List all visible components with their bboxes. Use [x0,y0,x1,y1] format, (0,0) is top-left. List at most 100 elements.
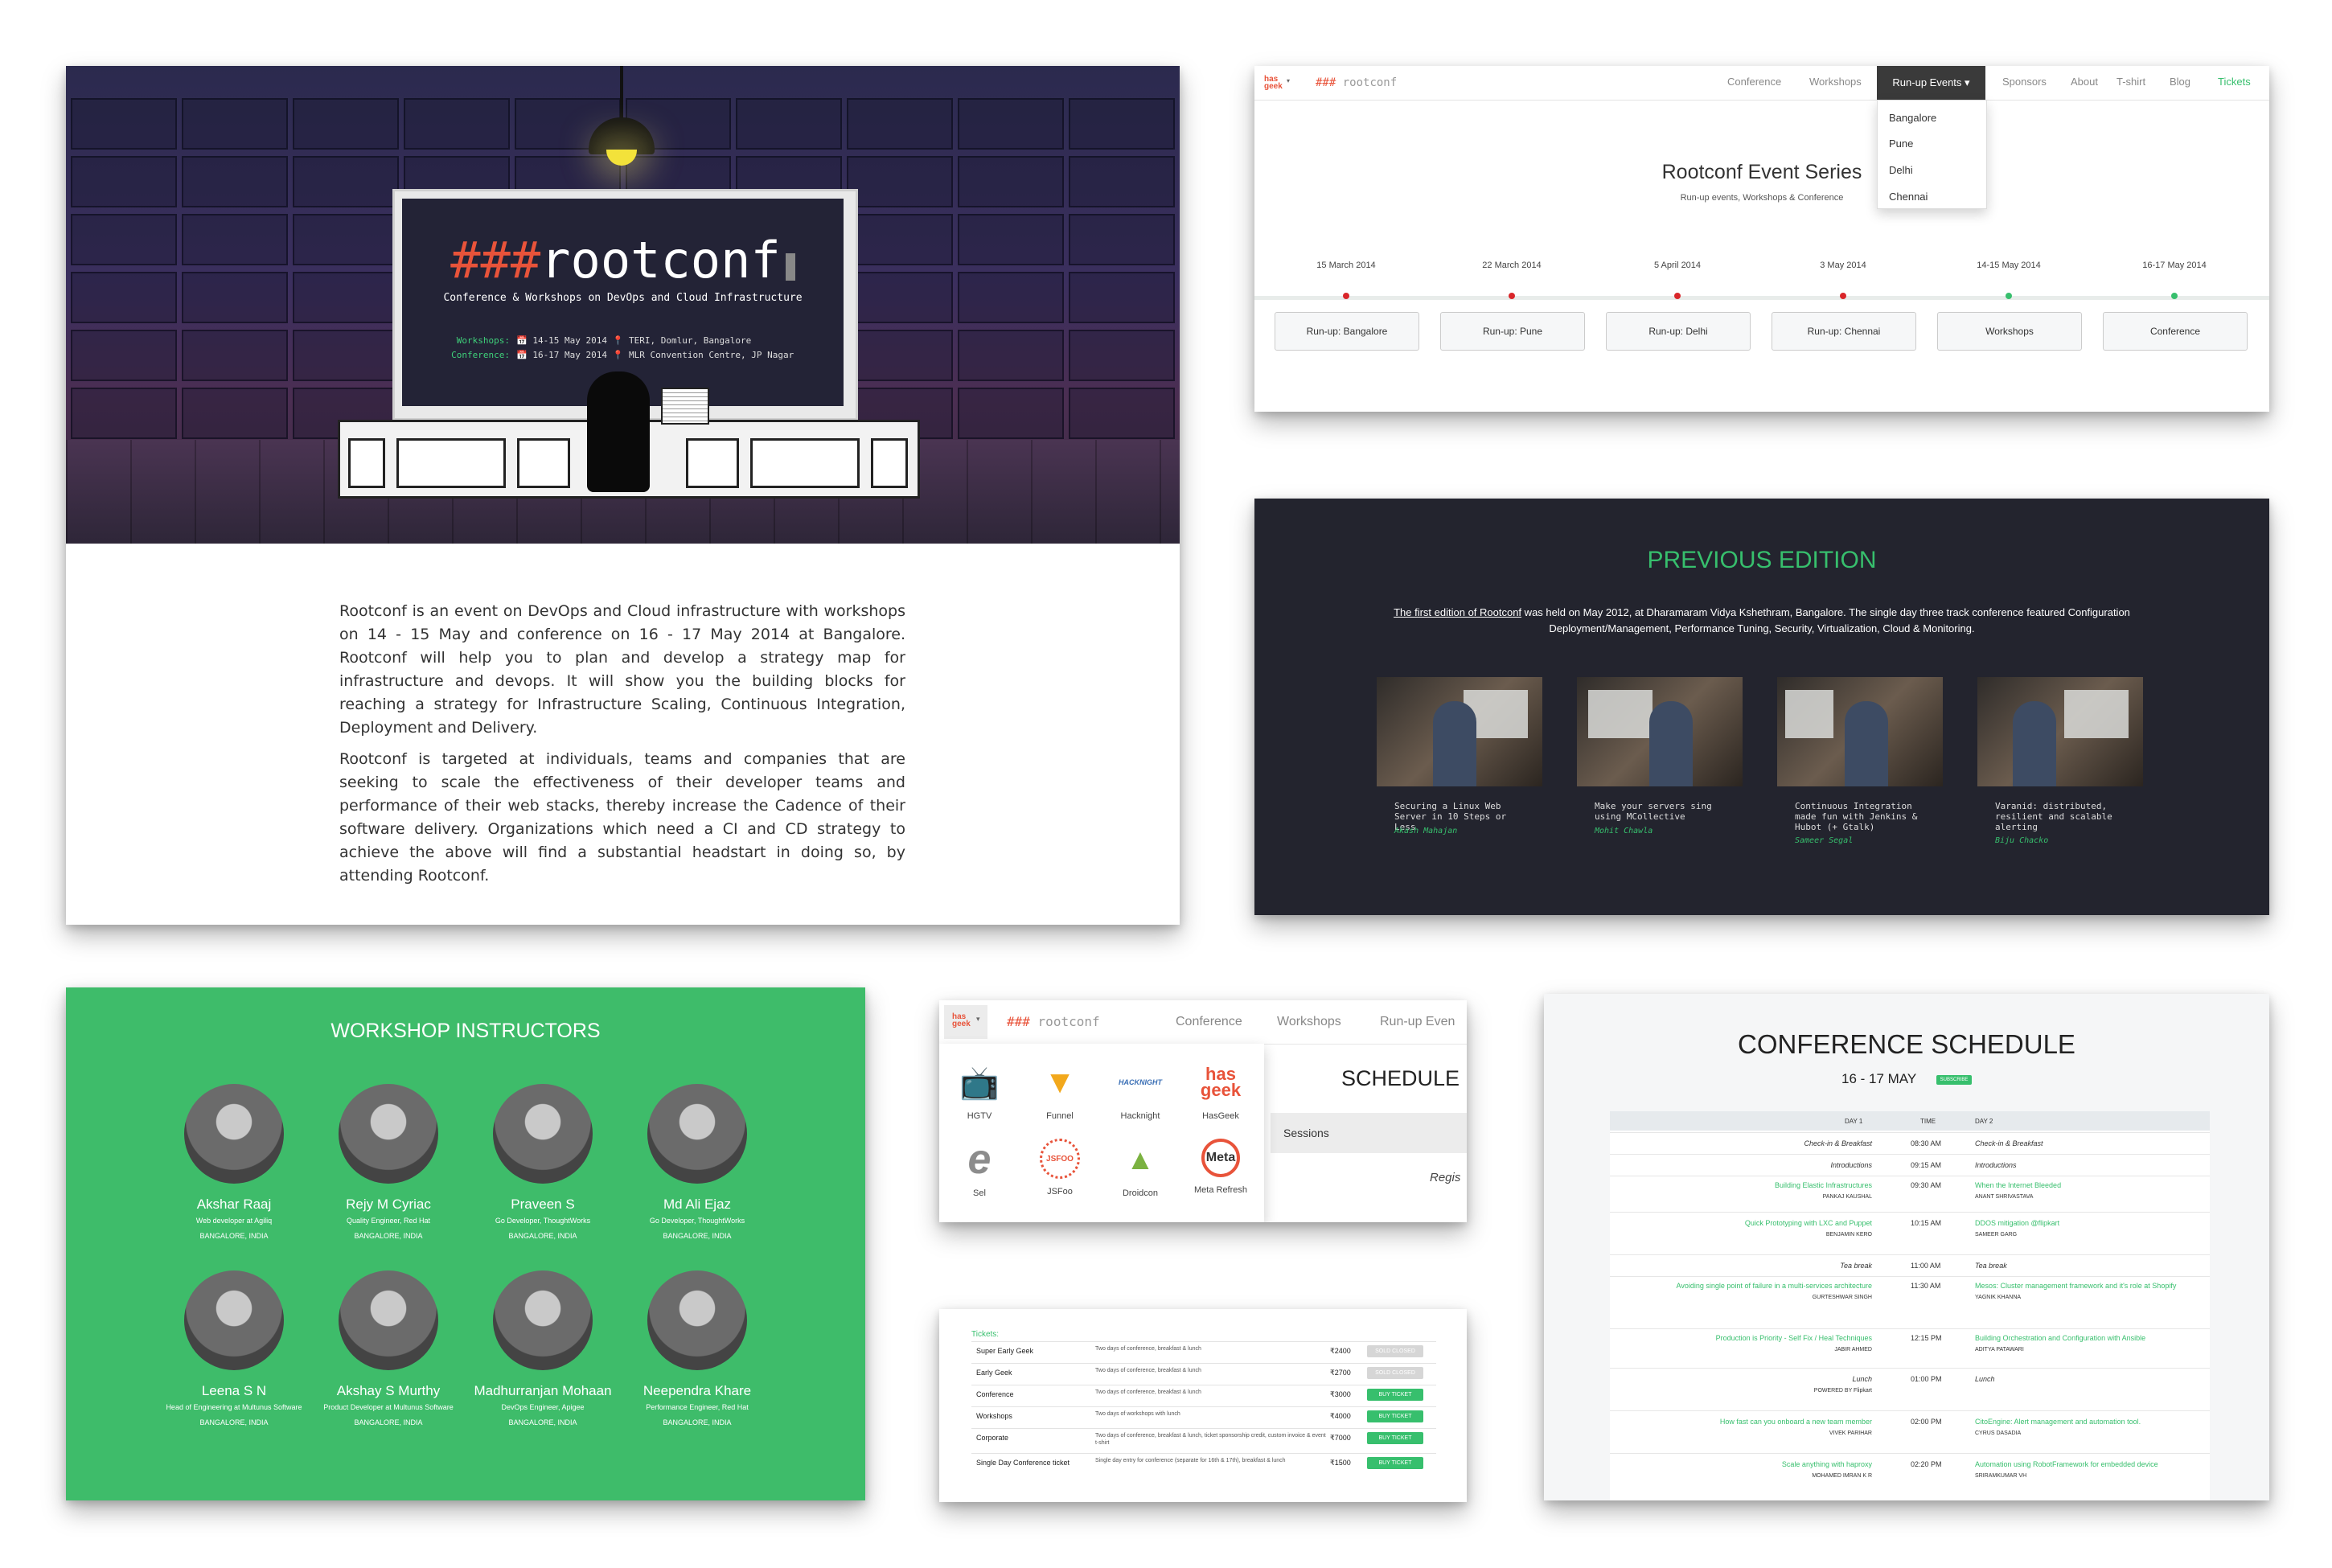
talk-link[interactable]: Automation using RobotFramework for embe… [1975,1460,2158,1468]
nav-runup-events[interactable]: Run-up Events ▾ [1877,66,1985,100]
video-thumbnail[interactable] [1977,677,2143,786]
instructor-card[interactable]: Rejy M Cyriac Quality Engineer, Red Hat BA… [312,1084,465,1240]
talk-link[interactable]: Quick Prototyping with LXC and Puppet [1745,1219,1872,1227]
instructors-title: WORKSHOP INSTRUCTORS [331,1020,601,1042]
top-navbar: has geek ▾ ### rootconf Conference Worksh… [939,1000,1467,1045]
timeline-dot [2006,293,2012,299]
timeline-date: 14-15 May 2014 [1977,261,2041,270]
talk-link[interactable]: DDOS mitigation @flipkart [1975,1219,2059,1227]
jsfoo-icon: JSFOO [1040,1139,1080,1179]
subscribe-badge[interactable]: SUBSCRIBE [1936,1075,1972,1085]
nav-runup-events[interactable]: Run-up Even [1380,1015,1455,1029]
app-metarefresh[interactable]: Meta Meta Refresh [1182,1139,1259,1195]
previous-edition-title: PREVIOUS EDITION [1647,547,1877,573]
timeline-date: 5 April 2014 [1653,261,1702,270]
timeline-date: 3 May 2014 [1820,261,1866,270]
register-link[interactable]: Regis [1430,1171,1460,1184]
talk-link[interactable]: Mesos: Cluster management framework and … [1975,1282,2176,1290]
video-caption: Make your servers sing using MCollective [1595,801,1712,822]
flipkart-sponsor: POWERED BY Flipkart [1813,1388,1872,1394]
schedule-header-row: DAY 1 TIME DAY 2 [1610,1111,2210,1131]
instructor-card[interactable]: Akshar Raaj Web developer at Agiliq BANGAL… [158,1084,310,1240]
avatar [339,1084,438,1184]
lamp-cord [620,66,623,119]
timeline-event-button[interactable]: Run-up: Pune [1440,312,1585,351]
sessions-tab[interactable]: Sessions [1271,1113,1467,1153]
avatar [339,1270,438,1370]
schedule-row: Avoiding single point of failure in a mu… [1610,1276,2210,1328]
timeline-date: 16-17 May 2014 [2142,261,2207,270]
talk-link[interactable]: CitoEngine: Alert management and automat… [1975,1418,2141,1426]
talk-link[interactable]: When the Internet Bleeded [1975,1181,2061,1189]
app-funnel[interactable]: ▼ Funnel [1021,1061,1098,1122]
app-sel[interactable]: e Sel [941,1136,1018,1198]
previous-edition-card: PREVIOUS EDITION The first edition of Ro… [1254,499,2269,915]
nav-about[interactable]: About [2071,76,2098,88]
talk-link[interactable]: Avoiding single point of failure in a mu… [1677,1282,1872,1290]
paper-stack [661,388,709,425]
instructor-card[interactable]: Madhurranjan Mohaan DevOps Engineer, Apig… [466,1270,619,1426]
avatar [493,1270,593,1370]
schedule-heading: SCHEDULE [1341,1066,1460,1090]
app-droidcon[interactable]: ▲ Droidcon [1102,1139,1179,1198]
app-hacknight[interactable]: HACKNIGHT Hacknight [1102,1061,1179,1121]
timeline-event-button[interactable]: Workshops [1937,312,2082,351]
nav-conference[interactable]: Conference [1176,1015,1242,1029]
instructor-card[interactable]: Neependra Khare Performance Engineer, Red… [621,1270,774,1426]
timeline-event-button[interactable]: Run-up: Delhi [1606,312,1751,351]
first-edition-link[interactable]: The first edition of Rootconf [1394,606,1521,618]
nav-workshops[interactable]: Workshops [1809,76,1862,88]
sel-icon: e [967,1136,992,1183]
rootconf-nav-logo[interactable]: ### rootconf [1316,76,1397,89]
ticket-row: Early Geek Two days of conference, breakf… [971,1363,1436,1385]
timeline-event-button[interactable]: Run-up: Bangalore [1275,312,1419,351]
app-hasgeek[interactable]: has geek HasGeek [1182,1061,1259,1122]
instructor-card[interactable]: Md Ali Ejaz Go Developer, ThoughtWorks BAN… [621,1084,774,1240]
timeline-event-button[interactable]: Run-up: Chennai [1772,312,1916,351]
talk-link[interactable]: Scale anything with haproxy [1782,1460,1872,1468]
video-thumbnail[interactable] [1577,677,1743,786]
talk-link[interactable]: Building Elastic Infrastructures [1775,1181,1872,1189]
nav-workshops[interactable]: Workshops [1277,1015,1341,1029]
talk-link[interactable]: How fast can you onboard a new team memb… [1720,1418,1872,1426]
series-title: Rootconf Event Series [1661,161,1862,183]
instructor-card[interactable]: Praveen S Go Developer, ThoughtWorks BANGA… [466,1084,619,1240]
nav-tickets[interactable]: Tickets [2218,76,2251,88]
dropdown-pune[interactable]: Pune [1889,138,1913,150]
hero-illustration: ###rootconf Conference & Workshops on De… [66,66,1180,544]
avatar [184,1084,284,1184]
instructor-card[interactable]: Leena S N Head of Engineering at Multunus… [158,1270,310,1426]
hasgeek-logo[interactable]: has geek [1264,76,1283,91]
rootconf-logo: ###rootconf [402,231,844,289]
about-paragraph-2: Rootconf is targeted at individuals, tea… [339,750,905,885]
schedule-row: Building Elastic Infrastructures PANKAJ K… [1610,1176,2210,1212]
timeline-event-button[interactable]: Conference [2103,312,2248,351]
timeline-date: 15 March 2014 [1316,261,1376,270]
buy-ticket-button[interactable]: BUY TICKET [1367,1410,1423,1422]
app-jsfoo[interactable]: JSFOO JSFoo [1021,1139,1098,1197]
rootconf-nav-logo[interactable]: ### rootconf [1007,1014,1100,1029]
dropdown-bangalore[interactable]: Bangalore [1889,112,1936,124]
schedule-row: Tea break 11:00 AM Tea break [1610,1254,2210,1276]
nav-conference[interactable]: Conference [1727,76,1781,88]
video-thumbnail[interactable] [1777,677,1943,786]
nav-blog[interactable]: Blog [2170,76,2190,88]
video-thumbnail[interactable] [1377,677,1542,786]
timeline-dot [2171,293,2178,299]
hacknight-icon: HACKNIGHT [1119,1078,1162,1086]
schedule-row: Scale anything with haproxy MOHAMED IMRAN… [1610,1453,2210,1500]
buy-ticket-button[interactable]: BUY TICKET [1367,1457,1423,1469]
talk-link[interactable]: Production is Priority - Self Fix / Heal… [1716,1334,1872,1342]
about-text: Rootconf is an event on DevOps and Cloud… [339,600,905,896]
talk-link[interactable]: Building Orchestration and Configuration… [1975,1334,2145,1342]
nav-sponsors[interactable]: Sponsors [2002,76,2047,88]
buy-ticket-button[interactable]: BUY TICKET [1367,1432,1423,1444]
instructor-card[interactable]: Akshay S Murthy Product Developer at Mult… [312,1270,465,1426]
buy-ticket-button[interactable]: BUY TICKET [1367,1389,1423,1401]
timeline-line [1254,296,2269,300]
apps-menu-card: has geek ▾ ### rootconf Conference Worksh… [939,1000,1467,1222]
chevron-down-icon[interactable]: ▾ [1287,77,1290,84]
nav-tshirt[interactable]: T-shirt [2116,76,2145,88]
app-hgtv[interactable]: 📺 HGTV [941,1061,1018,1122]
metarefresh-icon: Meta [1201,1139,1240,1177]
